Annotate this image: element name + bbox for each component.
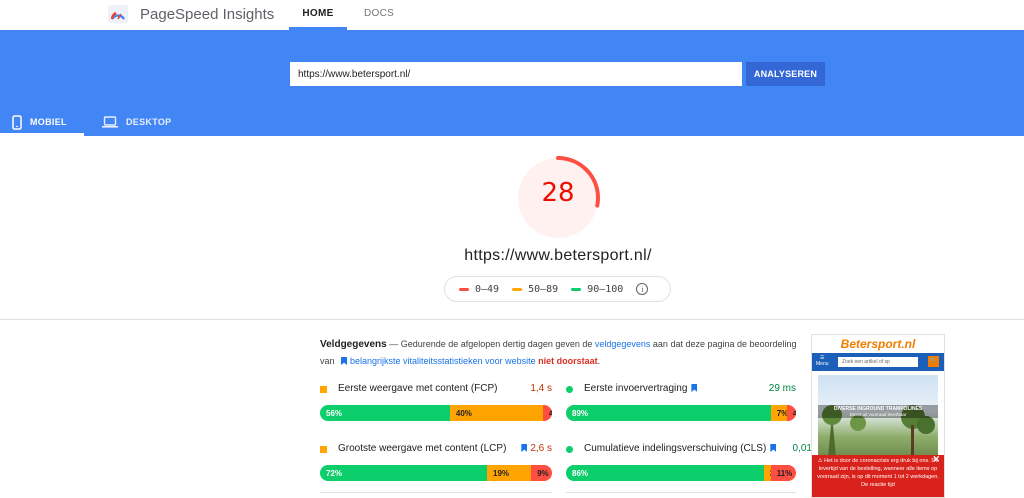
legend-item-poor: 0–49 [459,284,499,295]
laptop-icon [102,116,118,128]
tab-mobile[interactable]: MOBIEL [12,112,67,132]
nav-tab-docs[interactable]: DOCS [364,8,394,19]
metric-value: 1,4 s [530,383,552,394]
metric-name-text: Eerste invoervertraging [584,383,688,394]
tab-mobile-label: MOBIEL [30,117,67,127]
metric-value-text: 2,6 s [530,443,552,454]
metric-name: Grootste weergave met content (LCP) [338,443,506,454]
screenshot-menu: ☰ Menu [816,355,829,367]
metric-value: 0,01 [792,443,812,454]
metric-cls: Cumulatieve indelingsverschuiving (CLS) … [566,443,812,481]
phone-icon [12,114,22,130]
good-circle-icon [566,446,573,453]
metric-fid: Eerste invoervertraging 29 ms 89% 7% 4% [566,383,796,421]
bookmark-icon [341,357,348,365]
top-bar: PageSpeed Insights HOME DOCS [0,0,1024,30]
field-data-description: Veldgegevens — Gedurende de afgelopen de… [320,336,800,370]
metric-value: 29 ms [768,383,796,394]
segment-average: 3% [763,465,781,481]
screenshot-hero-image: DIVERSE INGROUND TRAMPOLINES Direct uit … [818,375,938,457]
legend-item-average: 50–89 [512,284,558,295]
performance-score: 28 [541,178,575,208]
fail-status: niet doorstaat [538,356,598,366]
legend-label-average: 50–89 [528,283,559,295]
tab-active-indicator [0,133,84,136]
page-screenshot: Betersport.nl ☰ Menu Zoek een artikel of … [811,334,945,498]
distribution-bar: 72% 19% 9% [320,465,552,481]
pagespeed-logo-icon [108,5,128,23]
bookmark-icon [521,444,528,452]
segment-good: 72% [320,465,488,481]
segment-poor: 9% [531,465,552,481]
segment-poor: 4% [786,405,796,421]
row-divider [566,492,796,493]
metric-value: 2,6 s [521,443,552,454]
metric-fcp: Eerste weergave met content (FCP) 1,4 s … [320,383,552,421]
segment-average: 7% [770,405,788,421]
screenshot-banner: DIVERSE INGROUND TRAMPOLINES Direct uit … [818,405,938,418]
tab-desktop[interactable]: DESKTOP [102,112,171,132]
analyzed-url: https://www.betersport.nl/ [464,247,652,264]
segment-average: 19% [487,465,532,481]
section-divider [0,319,1024,320]
segment-poor: 11% [770,465,796,481]
metric-name: Eerste weergave met content (FCP) [338,383,498,394]
metric-name-text: Cumulatieve indelingsverschuiving (CLS) [584,443,767,454]
screenshot-alert: ✕ ⚠ Het is door de coronacrisis erg druk… [812,454,944,497]
screenshot-menu-label: Menu [816,361,829,367]
legend-dash-average [512,287,523,291]
score-legend: 0–49 50–89 90–100 i [444,276,671,302]
legend-dash-poor [459,287,469,291]
metric-lcp: Grootste weergave met content (LCP) 2,6 … [320,443,552,481]
close-icon: ✕ [932,454,940,464]
average-square-icon [320,386,327,393]
bookmark-icon [770,444,777,452]
screenshot-navbar: ☰ Menu Zoek een artikel of sp 🛒 [812,353,944,371]
legend-dash-good [571,287,582,291]
cart-icon: 🛒 [928,356,939,367]
good-circle-icon [566,386,573,393]
segment-poor: 4% [542,405,552,421]
app-title: PageSpeed Insights [140,6,275,23]
distribution-bar: 56% 40% 4% [320,405,552,421]
segment-good: 89% [566,405,771,421]
segment-average: 40% [449,405,543,421]
legend-label-poor: 0–49 [475,283,500,295]
screenshot-search: Zoek een artikel of sp [838,357,918,367]
field-data-title: Veldgegevens [320,339,387,350]
tab-desktop-label: DESKTOP [126,117,172,127]
metric-name: Eerste invoervertraging [584,383,700,394]
nav-tab-home[interactable]: HOME [290,8,346,19]
info-icon[interactable]: i [636,283,649,295]
screenshot-banner-sub: Direct uit voorraad leverbaar [849,412,907,417]
analyze-button[interactable]: ANALYSEREN [746,62,825,86]
segment-good: 56% [320,405,450,421]
distribution-bar: 89% 7% 4% [566,405,796,421]
screenshot-alert-text: Het is door de coronacrisis erg druk bij… [817,458,939,488]
legend-label-good: 90–100 [587,283,624,295]
field-desc-text-1: — Gedurende de afgelopen dertig dagen ge… [386,339,595,349]
bookmark-icon [691,384,698,392]
row-divider [320,492,552,493]
average-square-icon [320,446,327,453]
segment-good: 86% [566,465,764,481]
legend-item-good: 90–100 [571,284,623,295]
search-band: ANALYSEREN MOBIEL DESKTOP [0,30,1024,136]
distribution-bar: 86% 3% 11% [566,465,796,481]
core-web-vitals-link[interactable]: belangrijkste vitaliteitsstatistieken vo… [350,356,536,366]
screenshot-logo: Betersport.nl [840,337,916,351]
field-desc-text-4: . [597,356,601,366]
metric-name: Cumulatieve indelingsverschuiving (CLS) [584,443,779,454]
url-input[interactable] [290,62,742,86]
field-data-link[interactable]: veldgegevens [595,339,651,349]
metric-name-text: Grootste weergave met content (LCP) [338,443,507,454]
